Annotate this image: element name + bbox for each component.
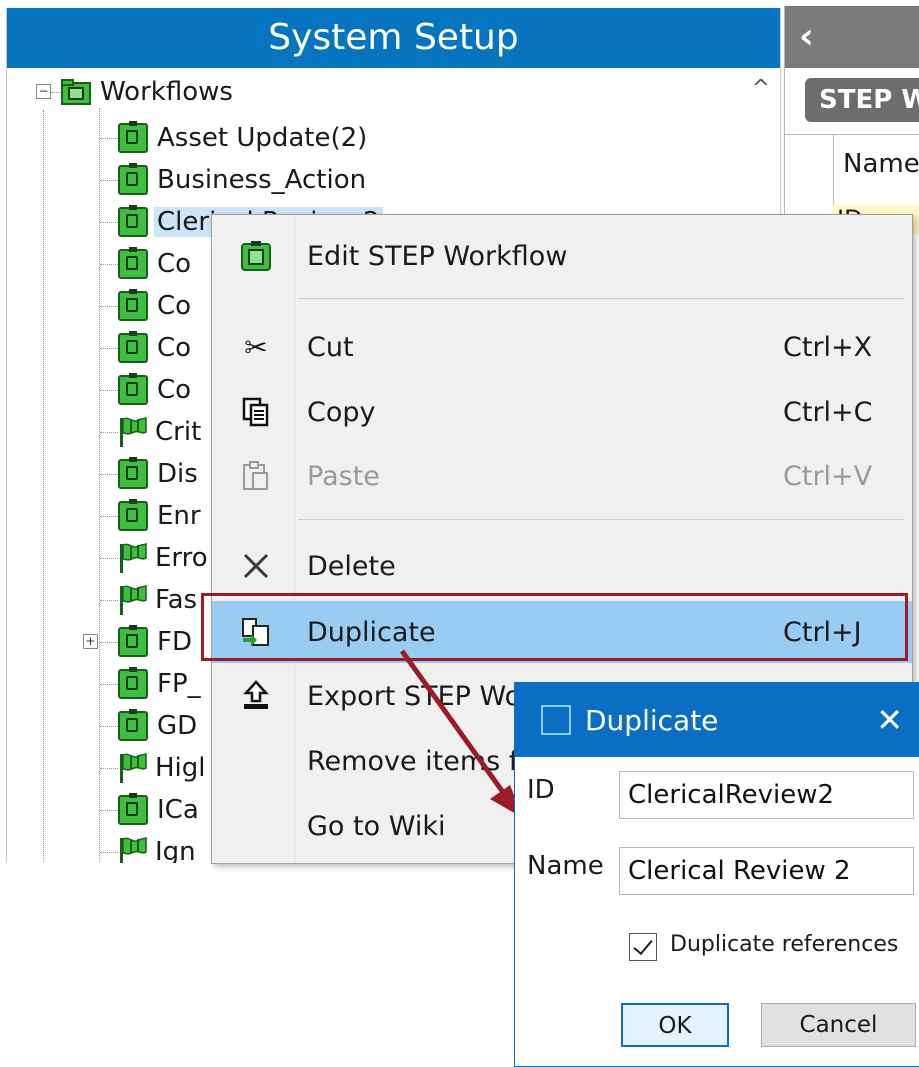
duplicate-references-label: Duplicate references [670,932,899,957]
cancel-button[interactable]: Cancel [761,1003,916,1047]
name-field[interactable]: Clerical Review 2 [619,847,914,895]
close-icon[interactable]: ✕ [876,701,903,739]
id-field[interactable]: ClericalReview2 [619,771,914,819]
duplicate-dialog: Duplicate ✕ ID ClericalReview2 Name Cler… [514,682,919,1067]
dialog-title-bar: Duplicate [515,683,919,757]
ok-button[interactable]: OK [621,1003,729,1047]
duplicate-references-checkbox[interactable] [629,933,657,961]
dialog-title: Duplicate [585,703,719,737]
name-label: Name [527,851,604,881]
window-icon [541,705,571,735]
id-label: ID [527,775,555,805]
